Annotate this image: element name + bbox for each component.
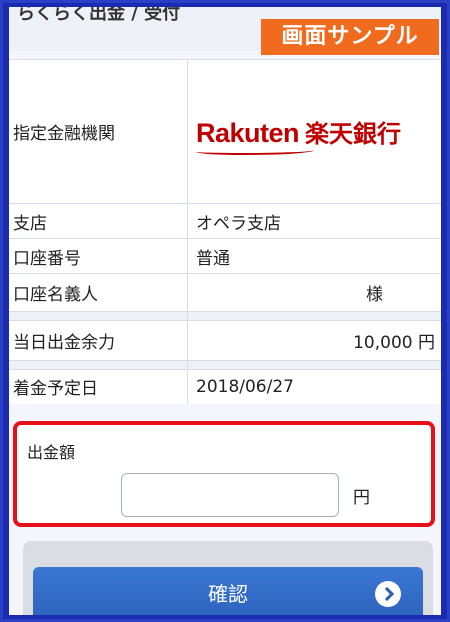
withdrawal-info-table: 指定金融機関 Rakuten 楽天銀行 支店 オペラ支店 口座番号 普通 口座名… [9, 59, 441, 404]
holder-value: 様 [187, 273, 441, 312]
amount-input[interactable] [121, 473, 339, 517]
sample-badge: 画面サンプル [261, 19, 439, 55]
balance-label: 当日出金余力 [9, 320, 188, 361]
arrival-date-row: 着金予定日 2018/06/27 [9, 369, 441, 404]
sample-frame: らくらく出金 / 受付 画面サンプル 指定金融機関 Rakuten 楽天銀行 支… [3, 3, 447, 619]
page-title: らくらく出金 / 受付 [17, 7, 181, 24]
holder-row: 口座名義人 様 [9, 273, 441, 312]
amount-unit: 円 [353, 488, 370, 508]
holder-label: 口座名義人 [9, 273, 188, 312]
chevron-right-icon [375, 581, 401, 607]
balance-value: 10,000 円 [187, 320, 441, 361]
page-header: らくらく出金 / 受付 画面サンプル [9, 7, 441, 55]
account-number-row: 口座番号 普通 [9, 238, 441, 274]
confirm-button-label: 確認 [208, 582, 248, 606]
account-number-label: 口座番号 [9, 238, 188, 274]
app-screen: らくらく出金 / 受付 画面サンプル 指定金融機関 Rakuten 楽天銀行 支… [9, 7, 441, 615]
branch-value: オペラ支店 [187, 203, 441, 239]
button-area: 確認 [23, 541, 433, 615]
amount-highlight-box: 出金額 円 [13, 421, 435, 527]
bank-label: 指定金融機関 [9, 59, 188, 204]
arrival-date-label: 着金予定日 [9, 369, 188, 404]
branch-row: 支店 オペラ支店 [9, 203, 441, 239]
amount-label: 出金額 [27, 443, 76, 462]
arrival-date-value: 2018/06/27 [187, 369, 441, 404]
rakuten-bank-logo: Rakuten 楽天銀行 [196, 114, 441, 155]
bank-row: 指定金融機関 Rakuten 楽天銀行 [9, 59, 441, 204]
account-number-value: 普通 [187, 238, 441, 274]
branch-label: 支店 [9, 203, 188, 239]
balance-row: 当日出金余力 10,000 円 [9, 320, 441, 361]
confirm-button[interactable]: 確認 [33, 567, 423, 615]
